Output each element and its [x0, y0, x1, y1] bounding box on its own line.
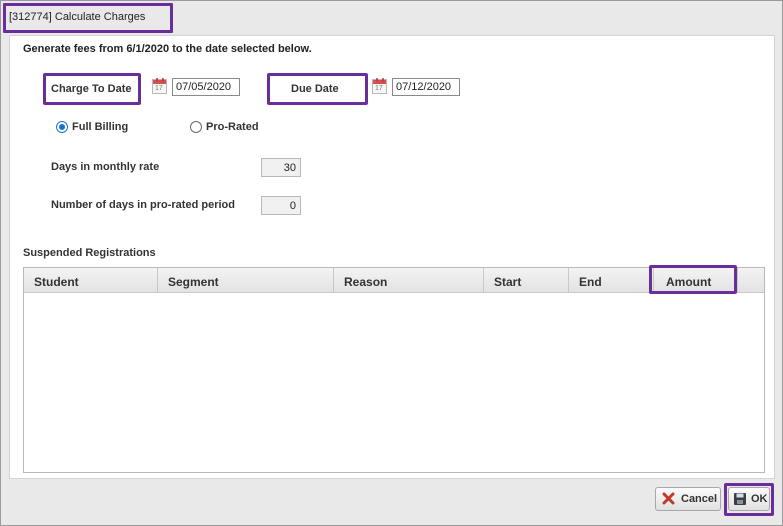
due-date-input[interactable] [392, 78, 460, 96]
ok-button[interactable]: OK [728, 487, 770, 511]
ok-button-label: OK [751, 493, 768, 505]
column-header-end[interactable]: End [569, 268, 654, 293]
calculate-charges-dialog: [312774] Calculate Charges Generate fees… [0, 0, 783, 526]
intro-text: Generate fees from 6/1/2020 to the date … [23, 43, 312, 55]
prorated-days-label: Number of days in pro-rated period [51, 199, 235, 211]
pro-rated-radio[interactable] [190, 121, 202, 133]
due-date-label: Due Date [291, 83, 339, 95]
prorated-days-input[interactable] [261, 196, 301, 215]
charge-to-date-label: Charge To Date [51, 83, 132, 95]
calendar-icon[interactable]: 17 [152, 78, 167, 94]
column-header-segment[interactable]: Segment [158, 268, 334, 293]
dialog-titlebar: [312774] Calculate Charges [2, 2, 781, 34]
dialog-content: Generate fees from 6/1/2020 to the date … [9, 35, 775, 479]
calendar-icon-number: 17 [155, 85, 163, 92]
save-disk-icon [734, 493, 746, 505]
title-highlight-box [3, 3, 173, 33]
calendar-icon-number: 17 [375, 85, 383, 92]
cancel-button-label: Cancel [681, 493, 718, 505]
cancel-button[interactable]: Cancel [655, 487, 721, 511]
charge-to-date-input[interactable] [172, 78, 240, 96]
full-billing-label[interactable]: Full Billing [72, 121, 128, 133]
column-header-reason[interactable]: Reason [334, 268, 484, 293]
pro-rated-label[interactable]: Pro-Rated [206, 121, 259, 133]
column-header-student[interactable]: Student [24, 268, 158, 293]
close-x-icon [662, 492, 675, 505]
full-billing-radio[interactable] [56, 121, 68, 133]
days-in-monthly-rate-label: Days in monthly rate [51, 161, 160, 173]
dialog-footer: Cancel OK [2, 480, 781, 524]
column-header-start[interactable]: Start [484, 268, 569, 293]
amount-highlight-box [649, 265, 737, 294]
days-in-monthly-rate-input[interactable] [261, 158, 301, 177]
suspended-registrations-title: Suspended Registrations [23, 247, 156, 259]
suspended-registrations-grid: Student Segment Reason Start End Amount [23, 265, 765, 473]
calendar-icon[interactable]: 17 [372, 78, 387, 94]
